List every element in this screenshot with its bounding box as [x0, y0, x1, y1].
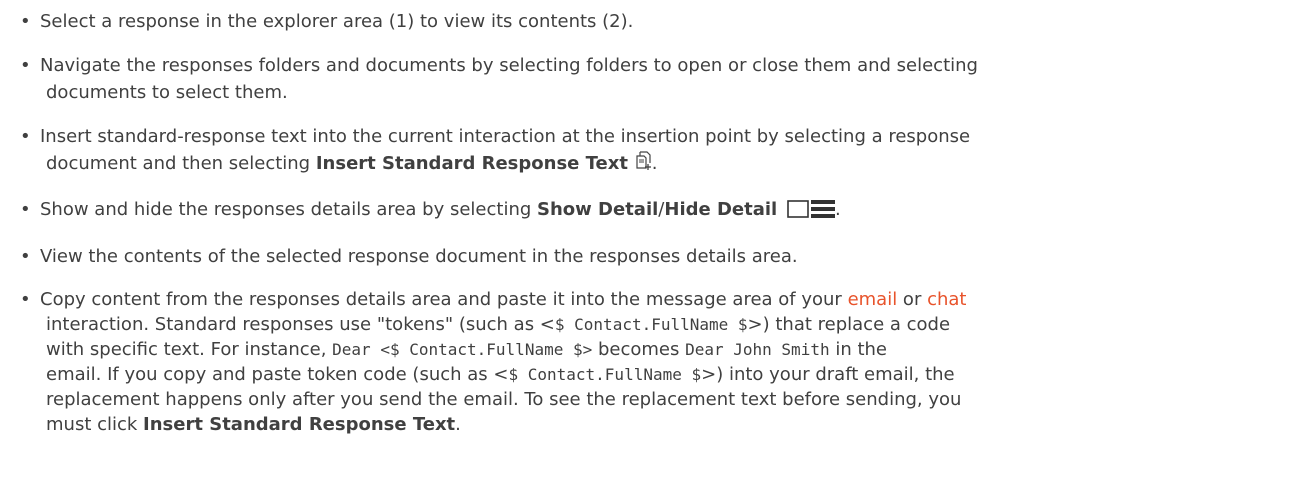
item-text: Select a response in the explorer area (…: [40, 11, 634, 32]
email-link[interactable]: email: [848, 289, 898, 310]
code-example: Dear <$ Contact.FullName $>: [332, 340, 593, 359]
show-detail-label: Show Detail: [537, 199, 659, 220]
list-item: • Show and hide the responses details ar…: [0, 196, 1290, 226]
code-example: Dear John Smith: [685, 340, 830, 359]
list-item: • View the contents of the selected resp…: [0, 243, 1290, 270]
item-text: Insert standard-response text into the c…: [40, 126, 971, 147]
show-detail-icon: [787, 199, 809, 226]
item-text: Navigate the responses folders and docum…: [40, 55, 978, 76]
item-text: View the contents of the selected respon…: [40, 246, 798, 267]
document-body: • Select a response in the explorer area…: [0, 0, 1301, 437]
bullet: •: [20, 11, 31, 32]
item-text: Show and hide the responses details area…: [40, 199, 538, 220]
insert-standard-response-icon: [636, 151, 652, 179]
bullet-list: • Select a response in the explorer area…: [0, 8, 1301, 437]
list-item: • Navigate the responses folders and doc…: [0, 52, 1290, 106]
list-item: • Insert standard-response text into the…: [0, 123, 1290, 179]
bullet: •: [20, 246, 31, 267]
item-text: documents to select them.: [46, 82, 288, 103]
chat-link[interactable]: chat: [927, 289, 966, 310]
list-item: • Select a response in the explorer area…: [0, 8, 1290, 35]
bullet: •: [20, 289, 31, 310]
token-code: $ Contact.FullName $: [508, 365, 702, 384]
hide-detail-icon: [810, 199, 835, 226]
hide-detail-label: Hide Detail: [664, 199, 778, 220]
item-text: document and then selecting: [46, 153, 316, 174]
list-item: • Copy content from the responses detail…: [20, 289, 967, 435]
bullet: •: [20, 126, 31, 147]
insert-standard-response-text-label: Insert Standard Response Text: [143, 414, 456, 435]
insert-standard-response-text-label: Insert Standard Response Text: [315, 153, 628, 174]
bullet: •: [20, 55, 31, 76]
bullet: •: [20, 199, 31, 220]
token-code: $ Contact.FullName $: [554, 315, 748, 334]
